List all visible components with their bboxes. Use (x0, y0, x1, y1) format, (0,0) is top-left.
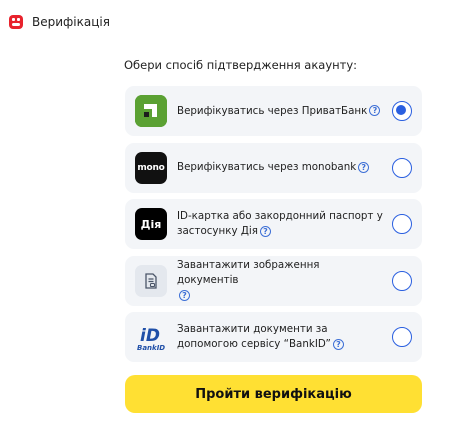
radio-document-upload[interactable] (392, 270, 412, 291)
document-upload-icon (135, 264, 167, 297)
svg-text:BankID: BankID (137, 344, 165, 352)
option-label: Завантажити зображення документів? (177, 259, 320, 301)
diia-icon: Дія (135, 208, 167, 240)
radio-monobank[interactable] (392, 157, 412, 178)
verification-prompt: Обери спосіб підтвердження акаунту: (124, 58, 358, 72)
svg-text:iD: iD (140, 326, 160, 346)
radio-diia[interactable] (392, 214, 412, 234)
radio-bankid[interactable] (392, 327, 412, 347)
option-label: Завантажити документи за допомогою серві… (177, 322, 392, 352)
page-title: Верифікація (32, 15, 110, 29)
bankid-icon: iD BankID (135, 321, 167, 353)
header: Верифікація (8, 12, 110, 32)
privatbank-icon (135, 95, 167, 127)
help-icon[interactable]: ? (179, 289, 190, 301)
help-icon[interactable]: ? (259, 225, 271, 237)
option-bankid[interactable]: iD BankID Завантажити документи за допом… (125, 312, 422, 362)
option-label: Верифікуватись через monobank? (177, 160, 392, 175)
monobank-icon: mono (135, 151, 167, 184)
option-label: ID-картка або закордонний паспорт у заст… (177, 210, 383, 237)
option-privatbank[interactable]: Верифікуватись через ПриватБанк? (125, 86, 422, 136)
verification-options: Верифікуватись через ПриватБанк? mono Ве… (125, 86, 422, 369)
option-diia[interactable]: Дія ID-картка або закордонний паспорт у … (125, 199, 422, 249)
help-icon[interactable]: ? (369, 105, 381, 116)
option-label: Верифікуватись через ПриватБанк? (177, 104, 392, 119)
help-icon[interactable]: ? (332, 338, 344, 350)
help-icon[interactable]: ? (358, 161, 370, 173)
option-monobank[interactable]: mono Верифікуватись через monobank? (125, 142, 422, 193)
radio-privatbank[interactable] (392, 101, 412, 121)
submit-verification-button[interactable]: Пройти верифікацію (125, 375, 422, 413)
option-document-upload[interactable]: Завантажити зображення документів? (125, 255, 422, 306)
brand-logo-icon (8, 14, 24, 30)
